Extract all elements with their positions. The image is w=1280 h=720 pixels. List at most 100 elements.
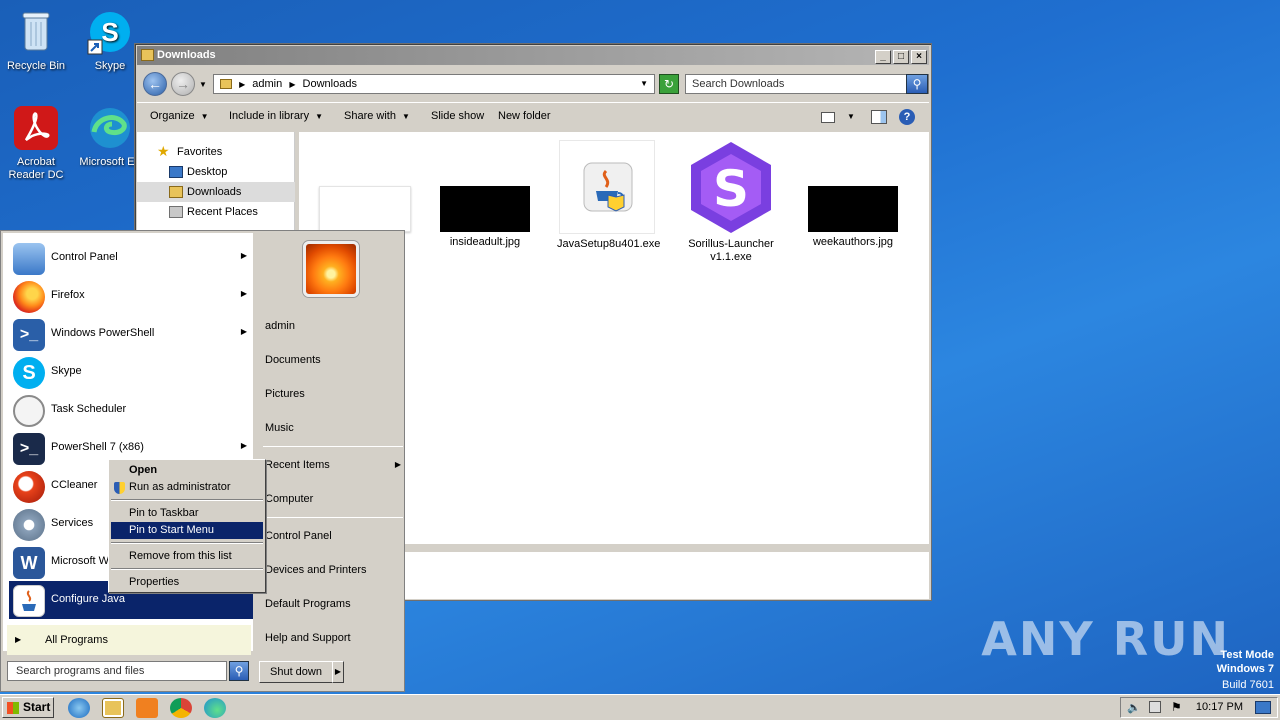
place-computer[interactable]: Computer [265,488,405,510]
action-center-flag-icon[interactable]: ⚑ [1171,700,1182,714]
clock[interactable]: 10:17 PM [1196,701,1243,713]
start-button[interactable]: Start [2,697,54,718]
edge-icon[interactable] [204,698,226,718]
nav-favorites[interactable]: ★ Favorites [137,142,295,162]
nav-recent-places[interactable]: Recent Places [137,202,295,222]
uac-shield-icon [114,482,125,494]
place-devices-and-printers[interactable]: Devices and Printers [265,559,405,581]
file-name: insideadult.jpg [449,236,521,248]
organize-menu[interactable]: Organize ▼ [150,110,209,122]
search-icon[interactable]: ⚲ [229,661,249,681]
help-icon[interactable]: ? [899,109,915,125]
file-item[interactable]: S Sorillus-Launcher v1.1.exe [681,140,781,264]
close-button[interactable]: × [911,50,927,64]
chevron-right-icon: ▶ [394,460,401,469]
user-avatar[interactable] [303,241,359,297]
start-label: Start [23,700,51,714]
refresh-button[interactable]: ↻ [659,74,679,94]
address-dropdown-icon[interactable]: ▼ [640,75,648,93]
nav-desktop[interactable]: Desktop [137,162,295,182]
program-firefox[interactable]: Firefox ▶ [9,277,253,315]
forward-button[interactable]: → [171,72,195,96]
volume-icon[interactable]: 🔈 [1127,701,1141,714]
chevron-right-icon[interactable]: ▶ [241,251,247,260]
start-search-input[interactable]: Search programs and files [7,661,227,681]
chevron-right-icon: ▶ [15,635,22,644]
place-admin[interactable]: admin [265,315,405,337]
program-windows-powershell[interactable]: >_ Windows PowerShell ▶ [9,315,253,353]
nav-favorites-label: Favorites [177,146,223,158]
ccleaner-icon [13,471,45,503]
test-mode-line-3: Build 7601 [1222,679,1274,691]
place-documents[interactable]: Documents [265,349,405,371]
view-options-icon[interactable] [821,112,835,123]
include-in-library-label: Include in library [229,110,310,122]
place-control-panel[interactable]: Control Panel [265,525,405,547]
menu-item-pin-to-start-menu[interactable]: Pin to Start Menu [111,522,263,539]
menu-item-pin-to-taskbar[interactable]: Pin to Taskbar [111,505,263,522]
show-desktop-icon[interactable] [1255,701,1271,714]
file-item[interactable]: insideadult.jpg [435,186,535,249]
preview-pane-icon[interactable] [871,110,887,124]
window-titlebar[interactable]: Downloads _ □ × [137,46,929,65]
breadcrumb-admin[interactable]: admin [252,78,282,90]
desktop-icon-label: Acrobat Reader DC [8,156,64,181]
anyrun-watermark: ANY RUN [981,612,1230,666]
menu-separator [111,542,263,544]
all-programs-button[interactable]: ▶ All Programs [7,625,251,655]
menu-item-run-as-administrator[interactable]: Run as administrator [111,479,263,496]
breadcrumb-downloads[interactable]: Downloads [303,78,357,90]
chevron-right-icon[interactable]: ▶ [241,441,247,450]
file-name: JavaSetup8u401.exe [557,238,661,250]
chrome-icon[interactable] [170,698,192,718]
organize-label: Organize [150,110,195,122]
file-item[interactable] [315,186,415,236]
place-pictures[interactable]: Pictures [265,383,405,405]
program-label: Services [51,517,94,529]
shut-down-options-button[interactable]: ▶ [332,661,344,683]
place-music[interactable]: Music [265,417,405,439]
shut-down-button[interactable]: Shut down [259,661,333,683]
chevron-right-icon[interactable]: ▶ [241,289,247,298]
maximize-button[interactable]: □ [893,50,909,64]
desktop-icon-label: Skype [94,60,126,72]
media-player-icon[interactable] [136,698,158,718]
svg-text:S: S [101,17,118,47]
chevron-right-icon[interactable]: ▶ [241,327,247,336]
all-programs-label: All Programs [45,634,108,646]
back-button[interactable]: ← [143,72,167,96]
chevron-down-icon: ▼ [401,112,410,121]
program-label: Microsoft W [51,555,110,567]
desktop-icon-acrobat[interactable]: Acrobat Reader DC [0,104,74,182]
view-dropdown-icon[interactable]: ▼ [847,112,855,121]
program-task-scheduler[interactable]: Task Scheduler [9,391,253,429]
program-skype[interactable]: S Skype [9,353,253,391]
explorer-taskbar-icon[interactable] [102,698,124,718]
search-icon[interactable]: ⚲ [906,74,928,94]
share-with-menu[interactable]: Share with ▼ [344,110,410,122]
search-input[interactable]: Search Downloads ⚲ [685,74,929,94]
nav-downloads[interactable]: Downloads [137,182,295,202]
program-control-panel[interactable]: Control Panel ▶ [9,239,253,277]
menu-item-remove-from-list[interactable]: Remove from this list [111,548,263,565]
internet-explorer-icon[interactable] [68,698,90,718]
minimize-button[interactable]: _ [875,50,891,64]
recent-pages-dropdown[interactable]: ▼ [199,80,207,89]
address-bar[interactable]: ▶ admin ▶ Downloads ▼ [213,74,655,94]
new-folder-button[interactable]: New folder [498,110,551,122]
file-item[interactable]: JavaSetup8u401.exe [557,140,661,251]
file-item[interactable]: weekauthors.jpg [803,186,903,249]
system-tray: 🔈 ⚑ 10:17 PM [1120,697,1278,718]
menu-item-properties[interactable]: Properties [111,574,263,591]
slide-show-button[interactable]: Slide show [431,110,484,122]
place-help-and-support[interactable]: Help and Support [265,627,405,649]
desktop-icon-recycle-bin[interactable]: Recycle Bin [0,8,74,73]
include-in-library-menu[interactable]: Include in library ▼ [229,110,323,122]
place-recent-items[interactable]: Recent Items ▶ [265,454,405,476]
word-icon: W [13,547,45,579]
chevron-down-icon: ▼ [315,112,324,121]
menu-item-open[interactable]: Open [111,462,263,479]
place-default-programs[interactable]: Default Programs [265,593,405,615]
desktop-icon-label: Recycle Bin [6,60,66,72]
network-icon[interactable] [1149,701,1161,713]
